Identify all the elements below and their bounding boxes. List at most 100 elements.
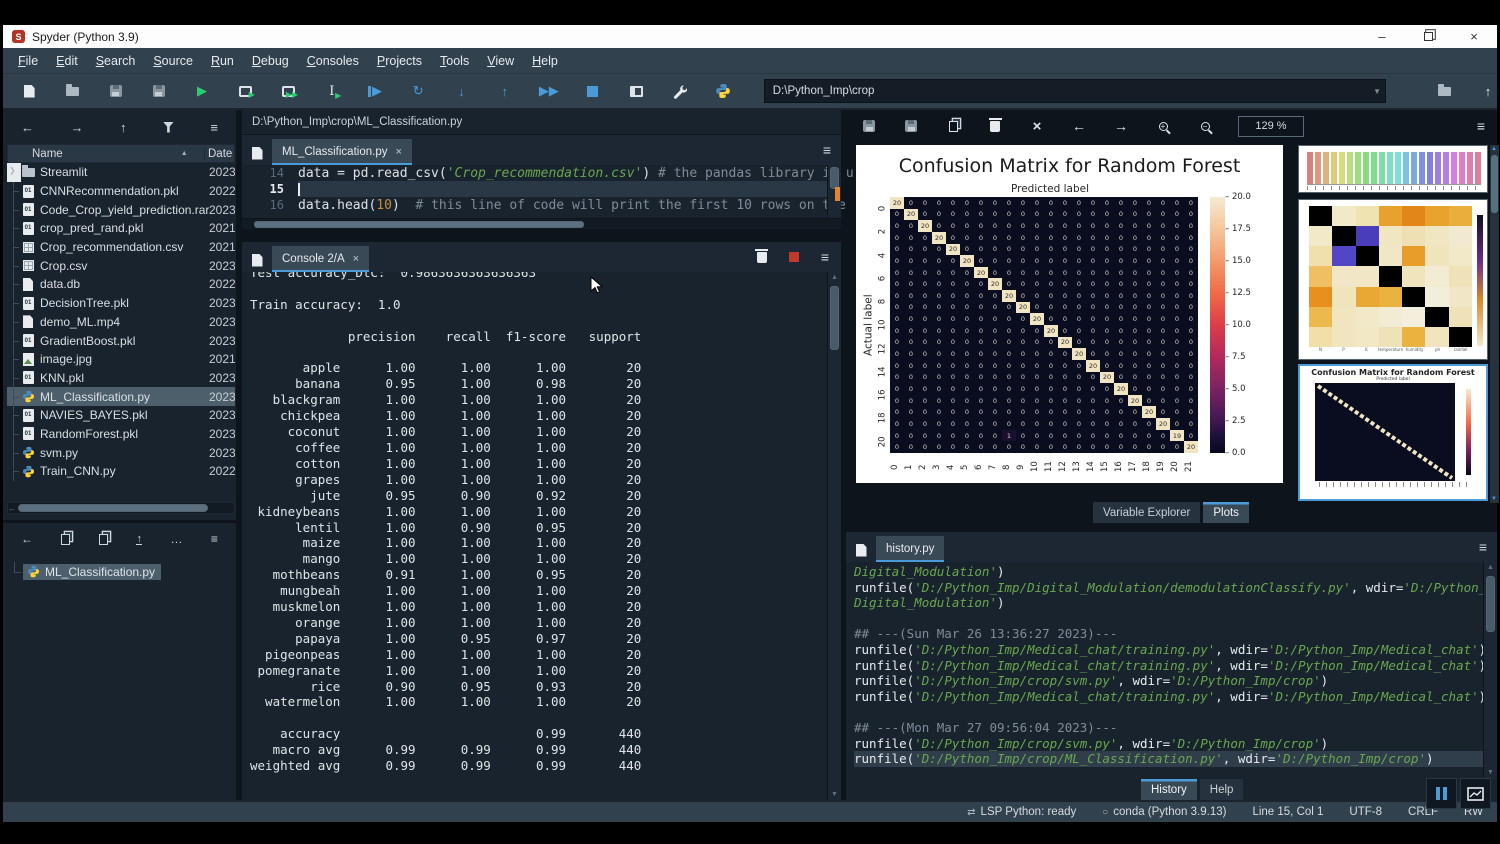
minimize-button[interactable]: – — [1359, 25, 1405, 48]
file-row[interactable]: 01CNNRecommendation.pkl2022 — [7, 182, 235, 201]
menu-consoles[interactable]: Consoles — [298, 54, 368, 68]
collapse-all-icon[interactable] — [99, 534, 108, 545]
copy-plot-button[interactable] — [944, 117, 962, 135]
pane-splitter[interactable] — [242, 229, 841, 242]
scroll-down-icon[interactable]: ▼ — [1487, 769, 1494, 776]
file-row[interactable]: 01KNN.pkl2023 — [7, 369, 235, 388]
console-browse-tabs-button[interactable] — [242, 248, 272, 272]
step-into-button[interactable]: ↓ — [453, 82, 469, 100]
console-vscrollbar[interactable]: ▲ ▼ — [827, 272, 841, 800]
remove-plot-button[interactable] — [986, 117, 1004, 135]
date-column-header[interactable]: Date — [204, 148, 234, 160]
console-options-button[interactable]: ≡ — [821, 249, 829, 265]
history-browse-tabs-button[interactable] — [846, 538, 876, 562]
menu-projects[interactable]: Projects — [368, 54, 431, 68]
run-selection-button[interactable]: I▶ — [324, 82, 340, 100]
files-hscroll-thumb[interactable] — [18, 504, 208, 512]
scroll-up-icon[interactable]: ▲ — [831, 274, 838, 281]
file-row[interactable]: 01NAVIES_BAYES.pkl2023 — [7, 406, 235, 425]
stop-button[interactable] — [585, 82, 601, 100]
file-row[interactable]: 01Code_Crop_yield_prediction.rar2023 — [7, 200, 235, 219]
tab-plots[interactable]: Plots — [1203, 502, 1249, 523]
save-all-button[interactable] — [151, 82, 167, 100]
editor-options-button[interactable]: ≡ — [823, 142, 831, 158]
zoom-level-input[interactable]: 129 % — [1238, 116, 1304, 137]
close-tab-icon[interactable]: × — [395, 146, 401, 158]
file-row[interactable]: 01DecisionTree.pkl2023 — [7, 294, 235, 313]
pause-output-button[interactable] — [1426, 778, 1457, 809]
remove-variables-icon[interactable] — [757, 252, 767, 263]
rerun-button[interactable]: ↻ — [410, 82, 426, 100]
plots-options-button[interactable]: ≡ — [1477, 118, 1485, 134]
files-parent-button[interactable]: ↑ — [120, 120, 127, 135]
close-button[interactable]: × — [1451, 25, 1497, 48]
file-row[interactable]: 01crop_pred_rand.pkl2021 — [7, 219, 235, 238]
file-row[interactable]: 01GradientBoost.pkl2023 — [7, 331, 235, 350]
menu-search[interactable]: Search — [87, 54, 145, 68]
menu-tools[interactable]: Tools — [431, 54, 478, 68]
scroll-down-icon[interactable]: ▼ — [831, 791, 838, 798]
new-file-button[interactable] — [21, 82, 37, 100]
file-row[interactable]: Crop_recommendation.csv2021 — [7, 238, 235, 257]
menu-help[interactable]: Help — [523, 54, 567, 68]
code-editor[interactable]: 14data = pd.read_csv('Crop_recommendatio… — [242, 165, 841, 218]
thumbnail-heatmap[interactable]: NPKtemperaturehumidityphrainfall — [1298, 199, 1488, 360]
file-row[interactable]: Train_CNN.py2022 — [7, 462, 235, 481]
thumbnails-scrollbar[interactable]: ▲ ▼ — [1490, 145, 1499, 503]
outline-back-button[interactable]: ← — [21, 532, 33, 546]
browse-directory-button[interactable] — [1435, 82, 1453, 100]
run-cell-advance-button[interactable]: ▶▶ — [280, 82, 296, 100]
save-all-plots-button[interactable] — [902, 117, 920, 135]
scroll-up-icon[interactable]: ▲ — [1491, 146, 1497, 152]
history-options-button[interactable]: ≡ — [1479, 539, 1487, 555]
python-path-button[interactable] — [715, 82, 731, 100]
outline-menu-button[interactable]: ≡ — [211, 532, 218, 546]
run-cell-button[interactable]: ▶ — [237, 82, 253, 100]
console-tab[interactable]: Console 2/A × — [272, 246, 369, 272]
files-forward-button[interactable]: → — [70, 120, 83, 135]
zoom-out-button[interactable]: − — [1196, 117, 1214, 135]
working-directory-input[interactable]: D:\Python_Imp\crop ▼ — [764, 79, 1386, 103]
fast-forward-button[interactable]: ▶▶ — [540, 82, 558, 100]
close-console-icon[interactable]: × — [353, 253, 359, 265]
run-button[interactable]: ▶ — [194, 82, 210, 100]
editor-vscrollbar[interactable] — [827, 165, 841, 218]
file-row[interactable]: ML_Classification.py2023 — [7, 387, 235, 406]
file-row[interactable]: 01RandomForest.pkl2023 — [7, 425, 235, 444]
thumbnail-confusion-matrix[interactable]: Confusion Matrix for Random Forest Predi… — [1298, 364, 1488, 501]
files-hscrollbar[interactable]: ← — [7, 502, 235, 514]
file-row[interactable]: Streamlit2023 — [7, 163, 235, 182]
editor-tab[interactable]: ML_Classification.py × — [272, 139, 412, 165]
outline-more-button[interactable]: … — [170, 532, 182, 546]
thumbnail-barchart[interactable] — [1298, 145, 1488, 193]
file-row[interactable]: data.db2022 — [7, 275, 235, 294]
tab-variable-explorer[interactable]: Variable Explorer — [1093, 502, 1200, 523]
interrupt-kernel-icon[interactable] — [789, 252, 799, 262]
debug-continue-button[interactable]: ▶ — [367, 82, 383, 100]
previous-plot-button[interactable]: ← — [1070, 117, 1088, 135]
history-vscrollbar[interactable]: ▲ ▼ — [1483, 562, 1497, 778]
open-file-button[interactable] — [64, 82, 80, 100]
menu-run[interactable]: Run — [202, 54, 243, 68]
files-menu-button[interactable]: ≡ — [210, 120, 218, 135]
history-vscroll-thumb[interactable] — [1486, 576, 1495, 632]
file-row[interactable]: image.jpg2021 — [7, 350, 235, 369]
restore-button[interactable] — [1405, 25, 1451, 48]
zoom-in-button[interactable]: + — [1154, 117, 1172, 135]
next-plot-button[interactable]: → — [1112, 117, 1130, 135]
menu-debug[interactable]: Debug — [243, 54, 298, 68]
maximize-pane-button[interactable] — [628, 82, 644, 100]
files-back-button[interactable]: ← — [21, 120, 34, 135]
console-output-area[interactable]: Test accuracy_DtC: 0.9863636363636363 Tr… — [242, 272, 827, 800]
file-row[interactable]: demo_ML.mp42023 — [7, 313, 235, 332]
working-directory-dropdown-icon[interactable]: ▼ — [1373, 87, 1381, 96]
name-column-header[interactable]: Name▲ — [8, 148, 204, 160]
editor-hscrollbar[interactable] — [242, 218, 841, 229]
tab-help[interactable]: Help — [1200, 779, 1244, 800]
scroll-up-icon[interactable]: ▲ — [1487, 564, 1494, 571]
scroll-down-icon[interactable]: ▼ — [1491, 496, 1497, 502]
menu-source[interactable]: Source — [144, 54, 202, 68]
filter-icon[interactable] — [163, 122, 174, 133]
console-vscroll-thumb[interactable] — [830, 286, 839, 350]
plot-display-button[interactable] — [1460, 778, 1491, 809]
